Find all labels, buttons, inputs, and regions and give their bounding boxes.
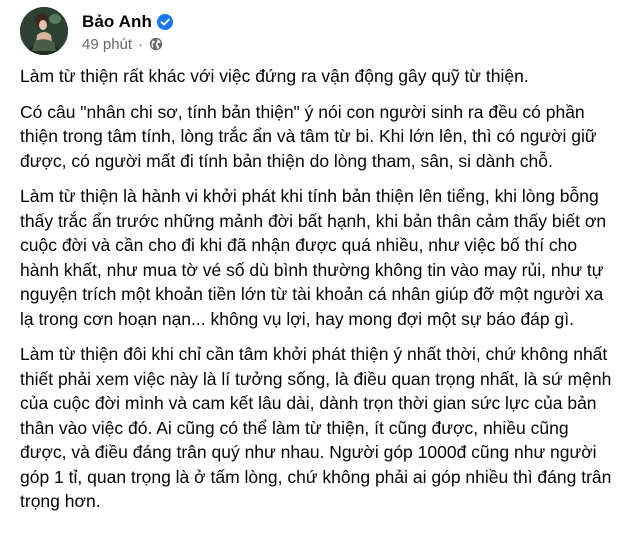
author-block: Bảo Anh 49 phút · xyxy=(82,10,173,53)
post-meta: 49 phút · xyxy=(82,36,173,53)
avatar-photo xyxy=(20,7,68,55)
post-paragraph: Làm từ thiện là hành vi khởi phát khi tí… xyxy=(20,186,607,329)
author-avatar[interactable] xyxy=(20,7,68,55)
author-name[interactable]: Bảo Anh xyxy=(82,12,152,32)
post-header: Bảo Anh 49 phút · xyxy=(20,7,173,55)
globe-icon[interactable] xyxy=(149,37,163,51)
post-paragraph: Có câu "nhân chi sơ, tính bản thiện" ý n… xyxy=(20,101,597,171)
post-paragraph: Làm từ thiện rất khác với việc đứng ra v… xyxy=(20,66,529,86)
meta-separator: · xyxy=(138,35,144,53)
author-line: Bảo Anh xyxy=(82,10,173,34)
verified-badge-icon xyxy=(156,13,173,30)
post-paragraph: Làm từ thiện đôi khi chỉ cần tâm khởi ph… xyxy=(20,344,612,511)
post-timestamp[interactable]: 49 phút xyxy=(82,36,132,53)
post-body: Làm từ thiện rất khác với việc đứng ra v… xyxy=(20,64,612,525)
facebook-post: Bảo Anh 49 phút · Làm từ thiện rất khác … xyxy=(0,0,620,548)
